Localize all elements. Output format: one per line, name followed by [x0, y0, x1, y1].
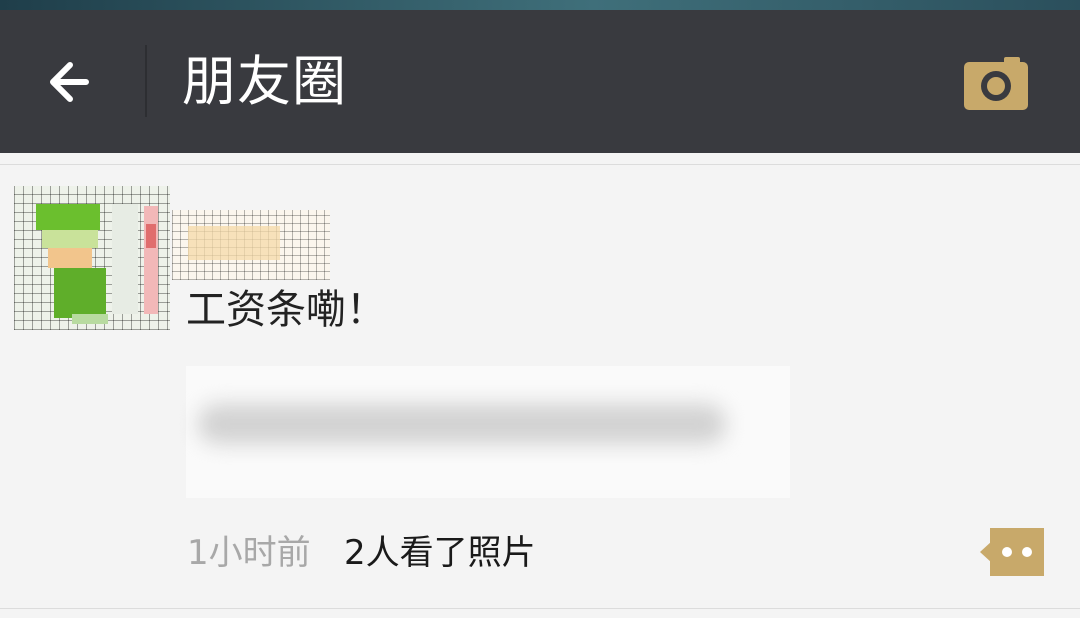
username-redaction — [188, 226, 280, 260]
comment-more-icon — [980, 528, 1044, 576]
post-text: 工资条嘞！ — [186, 287, 386, 333]
header-separator — [0, 153, 1080, 165]
post-attachment[interactable] — [186, 366, 790, 498]
top-bar: 朋友圈 — [0, 10, 1080, 153]
comment-button[interactable] — [978, 528, 1046, 576]
camera-button[interactable] — [960, 54, 1032, 112]
camera-icon — [964, 57, 1028, 110]
back-arrow-icon — [50, 62, 89, 102]
status-bar-strip — [0, 0, 1080, 10]
username[interactable] — [172, 210, 330, 280]
post-timestamp: 1小时前 — [187, 533, 311, 573]
header-divider — [145, 45, 147, 117]
photo-view-count[interactable]: 2人看了照片 — [344, 532, 536, 574]
page-title: 朋友圈 — [182, 50, 347, 113]
blurred-content — [198, 404, 726, 444]
moment-post: 工资条嘞！ 1小时前 2人看了照片 — [0, 166, 1080, 610]
avatar[interactable] — [14, 186, 170, 330]
post-divider — [0, 608, 1080, 609]
back-button[interactable] — [40, 48, 108, 116]
